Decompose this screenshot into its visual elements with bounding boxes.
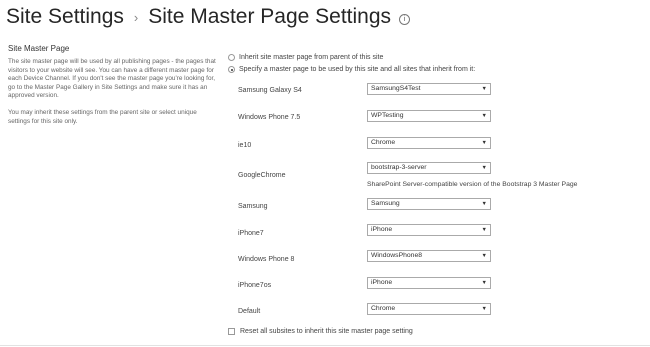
device-label: ie10 — [238, 142, 252, 149]
description-paragraph-2: You may inherit these settings from the … — [8, 108, 197, 125]
chevron-down-icon — [482, 251, 487, 261]
select-value: Chrome — [371, 139, 396, 146]
select-value: WPTesting — [371, 112, 404, 119]
page-header: Site Settings › Site Master Page Setting… — [6, 2, 411, 32]
specify-label: Specify a master page to be used by this… — [239, 66, 476, 73]
breadcrumb-site-settings[interactable]: Site Settings — [6, 5, 124, 29]
select-value: Chrome — [371, 305, 396, 312]
description-paragraph-1: The site master page will be used by all… — [8, 58, 216, 100]
reset-subsites-option[interactable]: Reset all subsites to inherit this site … — [228, 328, 413, 335]
chevron-down-icon — [482, 199, 487, 209]
chevron-down-icon — [482, 304, 487, 314]
master-page-select[interactable]: Chrome — [367, 137, 491, 149]
select-value: iPhone — [371, 226, 393, 233]
device-label: GoogleChrome — [238, 172, 286, 179]
section-description: The site master page will be used by all… — [8, 58, 218, 134]
select-value: SamsungS4Test — [371, 85, 421, 92]
inherit-label: Inherit site master page from parent of … — [239, 54, 384, 61]
device-label: Samsung — [238, 203, 268, 210]
master-page-select[interactable]: WPTesting — [367, 110, 491, 122]
master-page-select[interactable]: Samsung — [367, 198, 491, 210]
breadcrumb-separator-icon: › — [133, 9, 139, 25]
device-label: Windows Phone 8 — [238, 256, 295, 263]
device-label: Samsung Galaxy S4 — [238, 87, 302, 94]
chevron-down-icon — [482, 84, 487, 94]
select-value: Samsung — [371, 200, 400, 207]
master-page-select[interactable]: SamsungS4Test — [367, 83, 491, 95]
device-label: iPhone7os — [238, 282, 272, 289]
section-title: Site Master Page — [8, 44, 70, 53]
reset-subsites-label: Reset all subsites to inherit this site … — [240, 328, 413, 335]
master-page-select[interactable]: Chrome — [367, 303, 491, 315]
select-value: WindowsPhone8 — [371, 252, 423, 259]
master-page-select[interactable]: iPhone — [367, 277, 491, 289]
chevron-down-icon — [482, 111, 487, 121]
info-circle-icon[interactable]: i — [399, 13, 411, 25]
master-page-select[interactable]: iPhone — [367, 224, 491, 236]
inherit-option[interactable]: Inherit site master page from parent of … — [228, 54, 383, 61]
device-label: Windows Phone 7.5 — [238, 114, 301, 121]
divider — [0, 345, 650, 346]
chevron-down-icon — [482, 278, 487, 288]
specify-option[interactable]: Specify a master page to be used by this… — [228, 66, 475, 73]
chevron-down-icon — [482, 163, 487, 173]
chevron-down-icon — [482, 138, 487, 148]
chevron-down-icon — [482, 225, 487, 235]
master-page-hint: SharePoint Server-compatible version of … — [367, 181, 578, 188]
master-page-select[interactable]: bootstrap-3-server — [367, 162, 491, 174]
select-value: bootstrap-3-server — [371, 164, 427, 171]
device-label: Default — [238, 308, 261, 315]
master-page-select[interactable]: WindowsPhone8 — [367, 250, 491, 262]
reset-subsites-checkbox[interactable] — [228, 328, 235, 335]
page-title: Site Master Page Settings — [148, 5, 392, 28]
select-value: iPhone — [371, 279, 393, 286]
specify-radio[interactable] — [228, 66, 235, 73]
device-label: iPhone7 — [238, 230, 264, 237]
inherit-radio[interactable] — [228, 54, 235, 61]
